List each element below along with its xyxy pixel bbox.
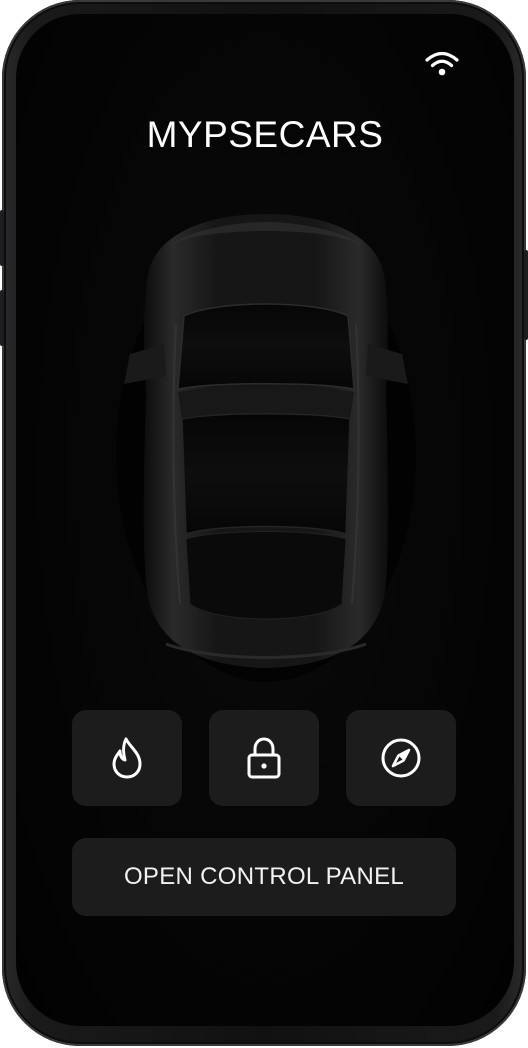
phone-side-button [0, 290, 4, 346]
phone-frame: MYPSECARS OPEN CONTROL PANEL [0, 0, 528, 1046]
open-control-panel-button[interactable]: OPEN CONTROL PANEL [72, 838, 456, 916]
phone-side-button [0, 210, 4, 266]
car-top-view-image [116, 214, 416, 682]
wifi-icon [425, 51, 459, 76]
flame-icon [112, 737, 142, 779]
app-title: MYPSECARS [146, 114, 384, 155]
lock-icon [247, 737, 281, 779]
heating-button[interactable] [72, 710, 182, 806]
navigation-button[interactable] [346, 710, 456, 806]
quick-actions-row [72, 710, 456, 806]
app-screen: MYPSECARS OPEN CONTROL PANEL [16, 14, 514, 1026]
phone-power-button [524, 250, 528, 340]
compass-icon [381, 738, 421, 778]
lock-button[interactable] [209, 710, 319, 806]
